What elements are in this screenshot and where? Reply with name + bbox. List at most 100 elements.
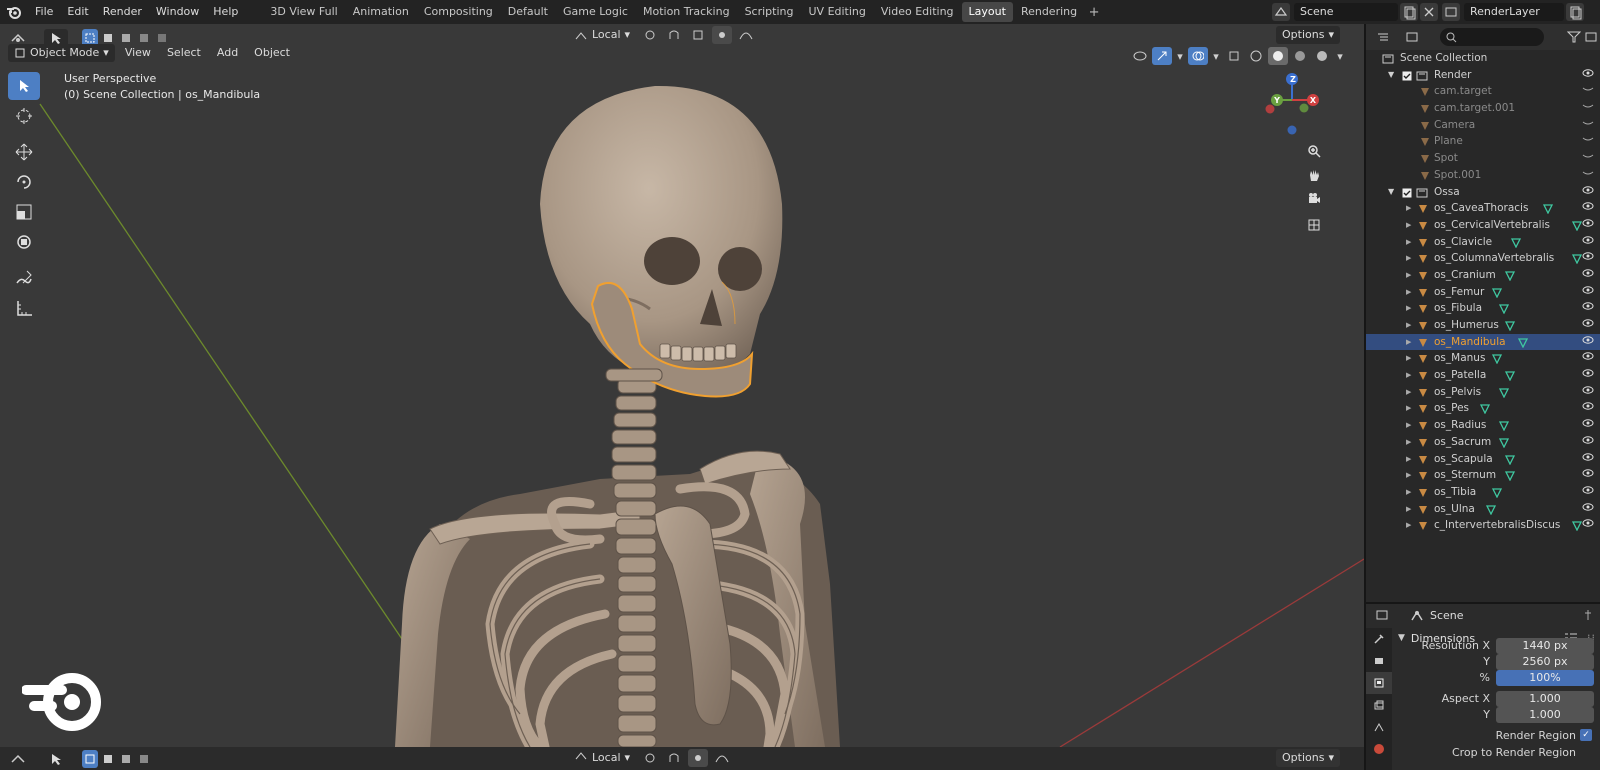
outliner-item-os-columnavertebralis[interactable]: ▶ os_ColumnaVertebralis <box>1366 250 1600 267</box>
eye-icon[interactable] <box>1582 400 1594 417</box>
rendered-shading-icon[interactable] <box>1312 47 1332 65</box>
falloff-icon[interactable] <box>736 26 756 44</box>
chevron-down-icon[interactable]: ▼ <box>1388 184 1394 201</box>
outliner-item-os-caveathoracis[interactable]: ▶ os_CaveaThoracis <box>1366 200 1600 217</box>
outliner-item-os-manus[interactable]: ▶ os_Manus <box>1366 350 1600 367</box>
tab-uv-editing[interactable]: UV Editing <box>802 2 873 22</box>
tab-rendering[interactable]: Rendering <box>1014 2 1084 22</box>
tab-default[interactable]: Default <box>501 2 555 22</box>
tab-scripting[interactable]: Scripting <box>738 2 801 22</box>
chevron-right-icon[interactable]: ▶ <box>1406 434 1411 451</box>
chevron-right-icon[interactable]: ▶ <box>1406 400 1411 417</box>
zoom-icon[interactable] <box>1303 140 1325 162</box>
outliner-item-plane[interactable]: Plane <box>1366 133 1600 150</box>
eye-icon[interactable] <box>1582 384 1594 401</box>
new-scene-icon[interactable] <box>1400 3 1418 21</box>
chevron-down-icon[interactable]: ▾ <box>1210 47 1222 65</box>
skeleton-model[interactable] <box>0 24 1364 747</box>
chevron-down-icon[interactable]: ▾ <box>1174 47 1186 65</box>
menu-file[interactable]: File <box>28 0 60 24</box>
aspect-x-field[interactable]: 1.000 <box>1496 691 1594 707</box>
chevron-down-icon[interactable]: ▼ <box>1388 67 1394 84</box>
eye-closed-icon[interactable] <box>1582 167 1594 184</box>
collection-row-ossa[interactable]: ▼ Ossa <box>1366 184 1600 201</box>
chevron-right-icon[interactable]: ▶ <box>1406 200 1411 217</box>
eye-icon[interactable] <box>1582 417 1594 434</box>
eye-icon[interactable] <box>1582 484 1594 501</box>
proportional-editing-icon[interactable] <box>712 26 733 44</box>
select-extend-icon[interactable] <box>100 750 116 768</box>
pivot-point-icon[interactable] <box>640 749 660 767</box>
outliner-item-os-cranium[interactable]: ▶ os_Cranium <box>1366 267 1600 284</box>
mesh-data-icon[interactable] <box>1571 520 1583 537</box>
outliner-item-os-mandibula[interactable]: ▶ os_Mandibula <box>1366 333 1600 351</box>
outliner-item-spot[interactable]: Spot <box>1366 150 1600 167</box>
outliner-item-os-tibia[interactable]: ▶ os_Tibia <box>1366 484 1600 501</box>
add-workspace-icon[interactable]: + <box>1085 5 1103 20</box>
chevron-right-icon[interactable]: ▶ <box>1406 501 1411 518</box>
chevron-right-icon[interactable]: ▶ <box>1406 467 1411 484</box>
outliner-item-os-humerus[interactable]: ▶ os_Humerus <box>1366 317 1600 334</box>
tab-video-editing[interactable]: Video Editing <box>874 2 961 22</box>
world-tab-icon[interactable] <box>1366 738 1392 760</box>
outliner-item-cam-target-001[interactable]: cam.target.001 <box>1366 100 1600 117</box>
tab-motion-tracking[interactable]: Motion Tracking <box>636 2 737 22</box>
outliner-root-row[interactable]: Scene Collection <box>1366 50 1600 67</box>
chevron-right-icon[interactable]: ▶ <box>1406 451 1411 468</box>
resolution-x-field[interactable]: 1440 px <box>1496 638 1594 654</box>
gizmo-toggle-icon[interactable] <box>1152 47 1172 65</box>
camera-view-icon[interactable] <box>1303 188 1325 210</box>
ortho-grid-icon[interactable] <box>1303 214 1325 236</box>
eye-icon[interactable] <box>1582 267 1594 284</box>
menu-select[interactable]: Select <box>161 44 207 62</box>
rotate-tool-icon[interactable] <box>8 168 40 196</box>
cursor-tool-icon[interactable] <box>8 102 40 130</box>
collection-row-render[interactable]: ▼ Render <box>1366 67 1600 84</box>
menu-window[interactable]: Window <box>149 0 206 24</box>
tab-game-logic[interactable]: Game Logic <box>556 2 635 22</box>
chevron-right-icon[interactable]: ▶ <box>1406 417 1411 434</box>
transform-tool-icon[interactable] <box>8 228 40 256</box>
eye-closed-icon[interactable] <box>1582 117 1594 134</box>
chevron-right-icon[interactable]: ▶ <box>1406 267 1411 284</box>
scene-name-field[interactable]: Scene <box>1294 3 1398 21</box>
material-shading-icon[interactable] <box>1290 47 1310 65</box>
chevron-right-icon[interactable]: ▶ <box>1406 350 1411 367</box>
eye-icon[interactable] <box>1582 250 1594 267</box>
chevron-right-icon[interactable]: ▶ <box>1406 300 1411 317</box>
blender-logo-icon[interactable] <box>0 0 28 24</box>
eye-icon[interactable] <box>1582 317 1594 334</box>
pivot-point-icon[interactable] <box>640 26 660 44</box>
outliner-item-os-cervicalvertebralis[interactable]: ▶ os_CervicalVertebralis <box>1366 217 1600 234</box>
outliner-item-os-femur[interactable]: ▶ os_Femur <box>1366 284 1600 301</box>
select-box-tool-icon[interactable] <box>8 72 40 100</box>
outliner-item-os-radius[interactable]: ▶ os_Radius <box>1366 417 1600 434</box>
eye-icon[interactable] <box>1582 350 1594 367</box>
editor-type-icon[interactable] <box>1372 606 1392 624</box>
snap-icon[interactable] <box>664 26 684 44</box>
eye-closed-icon[interactable] <box>1582 150 1594 167</box>
menu-edit[interactable]: Edit <box>60 0 95 24</box>
chevron-right-icon[interactable]: ▶ <box>1406 367 1411 384</box>
outliner-item-os-pes[interactable]: ▶ os_Pes <box>1366 400 1600 417</box>
transform-orientation-dropdown[interactable]: Local ▾ <box>568 749 636 767</box>
aspect-y-field[interactable]: 1.000 <box>1496 707 1594 723</box>
select-new-icon[interactable] <box>82 749 98 768</box>
eye-icon[interactable] <box>1582 517 1594 534</box>
outliner-item-os-patella[interactable]: ▶ os_Patella <box>1366 367 1600 384</box>
eye-closed-icon[interactable] <box>1582 83 1594 100</box>
menu-help[interactable]: Help <box>206 0 245 24</box>
chevron-right-icon[interactable]: ▶ <box>1406 284 1411 301</box>
solid-shading-icon[interactable] <box>1268 47 1288 65</box>
falloff-icon[interactable] <box>712 749 732 767</box>
display-mode-icon[interactable] <box>1403 28 1420 46</box>
annotate-tool-icon[interactable] <box>8 264 40 292</box>
chevron-down-icon[interactable]: ▾ <box>1334 47 1346 65</box>
snap-target-icon[interactable] <box>688 26 708 44</box>
eye-icon[interactable] <box>1582 217 1594 234</box>
eye-closed-icon[interactable] <box>1582 133 1594 150</box>
editor-type-icon[interactable] <box>8 750 28 768</box>
eye-icon[interactable] <box>1582 367 1594 384</box>
resolution-y-field[interactable]: 2560 px <box>1496 654 1594 670</box>
mode-dropdown[interactable]: Object Mode ▾ <box>8 44 115 62</box>
